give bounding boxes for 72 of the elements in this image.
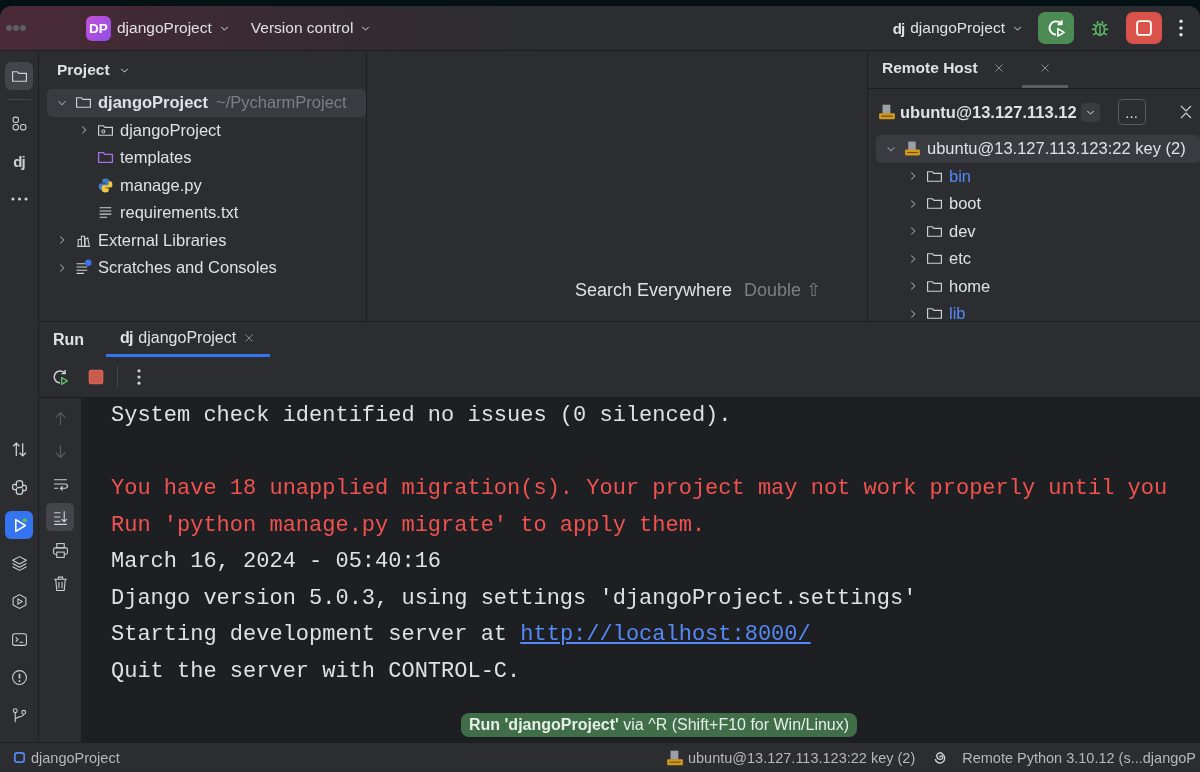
rerun-button[interactable] (1038, 12, 1074, 44)
console-line: March 16, 2024 - 05:40:16 (111, 549, 442, 574)
more-icon (10, 197, 28, 201)
tree-item[interactable]: ubuntu@13.127.113.123:22 key (2) (876, 135, 1200, 163)
python-icon (10, 478, 28, 496)
tree-item[interactable]: lib (876, 300, 1200, 321)
printer-icon (51, 541, 69, 559)
tree-item[interactable]: home (876, 272, 1200, 300)
console-line: Quit the server with CONTROL-C. (111, 658, 521, 684)
bug-icon (1090, 18, 1110, 38)
tree-item[interactable]: requirements.txt (47, 199, 366, 227)
tree-item[interactable]: etc (876, 245, 1200, 273)
tree-item[interactable]: templates (47, 144, 366, 172)
tree-item[interactable]: manage.py (47, 171, 366, 199)
console-error-line: You have 18 unapplied migration(s). Your project may not work properly until you (111, 476, 1168, 501)
console-error-line: Run 'python manage.py migrate' to apply them. (111, 512, 706, 538)
django-logo: dj (892, 19, 905, 37)
panel-title: Run (53, 330, 85, 349)
interpreter-status[interactable]: Remote Python 3.10.12 (s...djangoP (962, 749, 1196, 766)
django-logo: dj (120, 329, 133, 347)
tree-item[interactable]: boot (876, 190, 1200, 218)
scroll-to-end-icon (51, 508, 69, 526)
vcs-menu[interactable]: Version control (244, 15, 379, 41)
folder-icon (926, 305, 943, 321)
tree-item[interactable]: bin (876, 162, 1200, 190)
host-dropdown[interactable] (1080, 102, 1100, 122)
shortcut-hint: Double ⇧ (743, 279, 821, 301)
stop-button[interactable] (1126, 12, 1162, 44)
project-badge: DP (86, 15, 111, 41)
more-icon (137, 369, 141, 385)
tooltip: Run 'djangoProject' via ^R (Shift+F10 for Win/Linux) (461, 713, 858, 737)
tree-item[interactable]: djangoProject ~/PycharmProject (47, 89, 366, 117)
host-name: ubuntu@13.127.113.12 (900, 102, 1077, 122)
search-everywhere-hint: Search Everywhere (574, 280, 732, 301)
run-tool-button[interactable] (5, 511, 33, 539)
server-icon (878, 103, 896, 121)
connection-status[interactable]: ubuntu@13.127.113.123:22 key (2) (665, 748, 916, 767)
panel-tab[interactable]: Remote Host (882, 51, 1022, 88)
stop-icon (1134, 18, 1154, 38)
run-config-selector[interactable]: dj djangoProject (886, 15, 1030, 41)
warning-icon (10, 668, 28, 686)
panel-title[interactable]: Project (57, 61, 131, 79)
more-icon (1179, 19, 1183, 37)
tree-item[interactable]: External Libraries (47, 226, 366, 254)
arrows-icon (10, 440, 28, 458)
project-tool-button[interactable] (5, 62, 33, 90)
project-selector[interactable]: DP djangoProject (80, 11, 237, 45)
server-link[interactable]: http://localhost:8000/ (520, 622, 811, 647)
branch-icon (10, 706, 28, 724)
project-status[interactable]: djangoProject (12, 749, 120, 766)
scroll-to-end-button[interactable] (46, 503, 74, 531)
rerun-icon (51, 368, 69, 386)
tree-item[interactable]: Scratches and Consoles (47, 254, 366, 282)
trash-icon (51, 574, 69, 592)
stop-icon (87, 368, 105, 386)
console-line: System check identified no issues (0 silenced). (111, 403, 732, 428)
server-icon (665, 748, 684, 767)
python-file-icon (97, 176, 114, 194)
tree-item[interactable]: dev (876, 217, 1200, 245)
project-icon (12, 750, 27, 765)
services-icon (10, 592, 28, 610)
rerun-icon (1046, 18, 1066, 38)
server-icon (904, 140, 921, 158)
more-button[interactable]: ... (1117, 99, 1146, 125)
layers-icon (10, 554, 28, 572)
console-line: Django version 5.0.3, using settings 'djangoProject.settings' (111, 585, 917, 611)
console-line: Starting development server at http://localhost:8000/ (111, 622, 811, 647)
django-tool-button[interactable]: dj (5, 147, 33, 175)
terminal-icon (10, 630, 28, 648)
scratches-icon (75, 259, 92, 277)
tree-item[interactable]: djangoProject (47, 116, 366, 144)
structure-icon (10, 114, 28, 132)
